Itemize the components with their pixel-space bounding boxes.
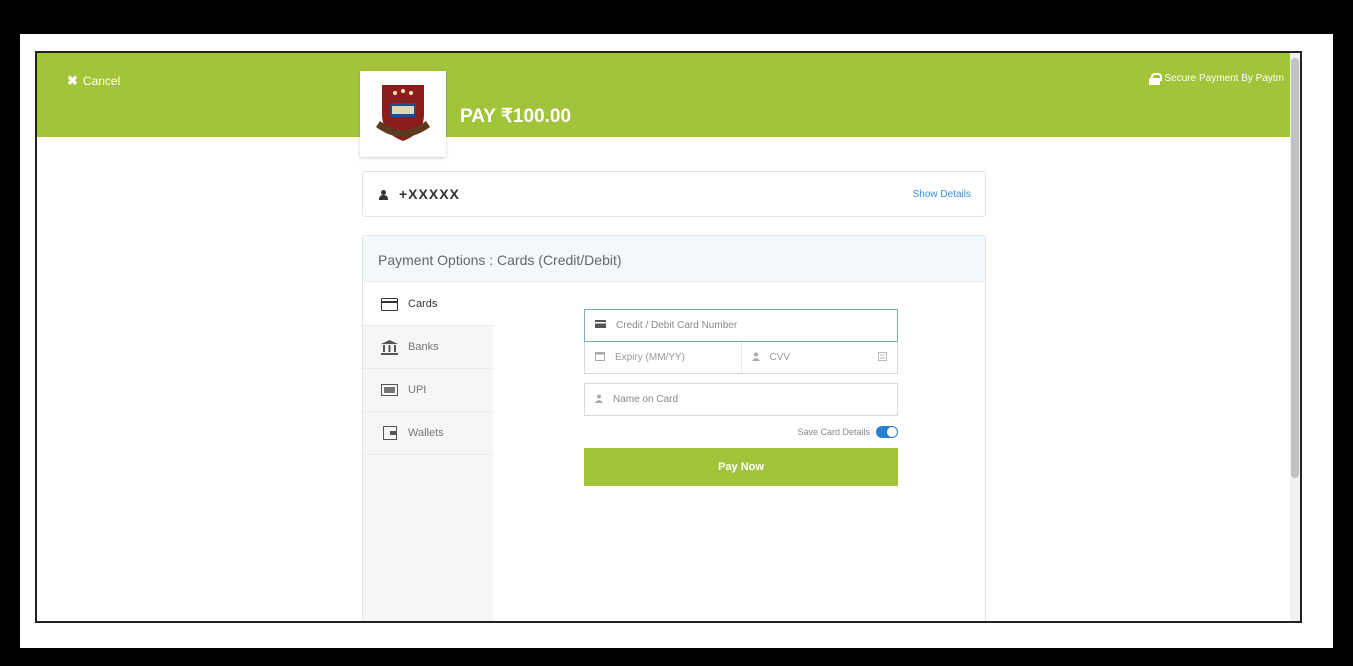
user-icon [379,190,388,200]
calendar-icon [595,351,605,364]
user-info-card: +XXXXX Show Details [362,171,986,217]
tab-banks[interactable]: Banks [363,326,493,369]
tab-upi[interactable]: UPI [363,369,493,412]
secure-payment-badge: Secure Payment By Paytm [1148,73,1285,85]
checkout-header: ✖ Cancel Secure Payment By Paytm [37,53,1300,137]
scrollbar[interactable] [1290,53,1300,621]
payment-options-card: Payment Options : Cards (Credit/Debit) C… [362,235,986,621]
show-details-link[interactable]: Show Details [913,189,971,200]
checkout-window: ✖ Cancel Secure Payment By Paytm PAY ₹10… [35,51,1302,623]
crest-icon [376,85,430,141]
scrollbar-thumb[interactable] [1291,58,1299,478]
tab-cards[interactable]: Cards [363,283,493,326]
cvv-help-icon[interactable] [878,351,887,364]
bank-icon [380,339,399,355]
upi-icon [380,383,399,397]
save-card-toggle[interactable] [876,426,898,438]
user-id: +XXXXX [399,186,460,202]
cancel-button[interactable]: ✖ Cancel [67,73,120,89]
close-icon: ✖ [67,73,78,88]
user-icon [595,394,603,406]
merchant-logo [360,71,446,157]
name-placeholder: Name on Card [613,394,679,405]
expiry-placeholder: Expiry (MM/YY) [615,352,685,363]
tab-wallets[interactable]: Wallets [363,412,493,455]
cvv-placeholder: CVV [769,352,791,363]
cvv-field[interactable]: CVV [740,342,898,373]
tab-upi-label: UPI [408,384,427,396]
wallet-icon [380,426,399,440]
credit-card-icon [380,297,399,311]
expiry-field[interactable]: Expiry (MM/YY) [585,342,741,373]
name-on-card-field[interactable]: Name on Card [584,383,898,416]
expiry-cvv-row: Expiry (MM/YY) CVV [584,342,898,374]
card-number-field[interactable]: Credit / Debit Card Number [584,309,898,342]
payment-options-title: Payment Options : Cards (Credit/Debit) [363,236,985,282]
save-card-row: Save Card Details [584,426,898,438]
payment-method-nav: Cards Banks UPI Wallets [363,283,493,621]
tab-cards-label: Cards [408,298,438,310]
user-icon [751,352,760,364]
lock-icon [1148,73,1162,85]
pay-now-button[interactable]: Pay Now [584,448,898,486]
tab-wallets-label: Wallets [408,427,444,439]
secure-label: Secure Payment By Paytm [1164,73,1285,84]
card-number-placeholder: Credit / Debit Card Number [616,320,738,331]
credit-card-icon [595,320,606,331]
tab-banks-label: Banks [408,341,439,353]
cancel-label: Cancel [82,74,121,88]
card-form: Credit / Debit Card Number Expiry (MM/YY… [584,309,898,486]
save-card-label: Save Card Details [797,427,870,437]
pay-amount: PAY ₹100.00 [460,106,572,127]
